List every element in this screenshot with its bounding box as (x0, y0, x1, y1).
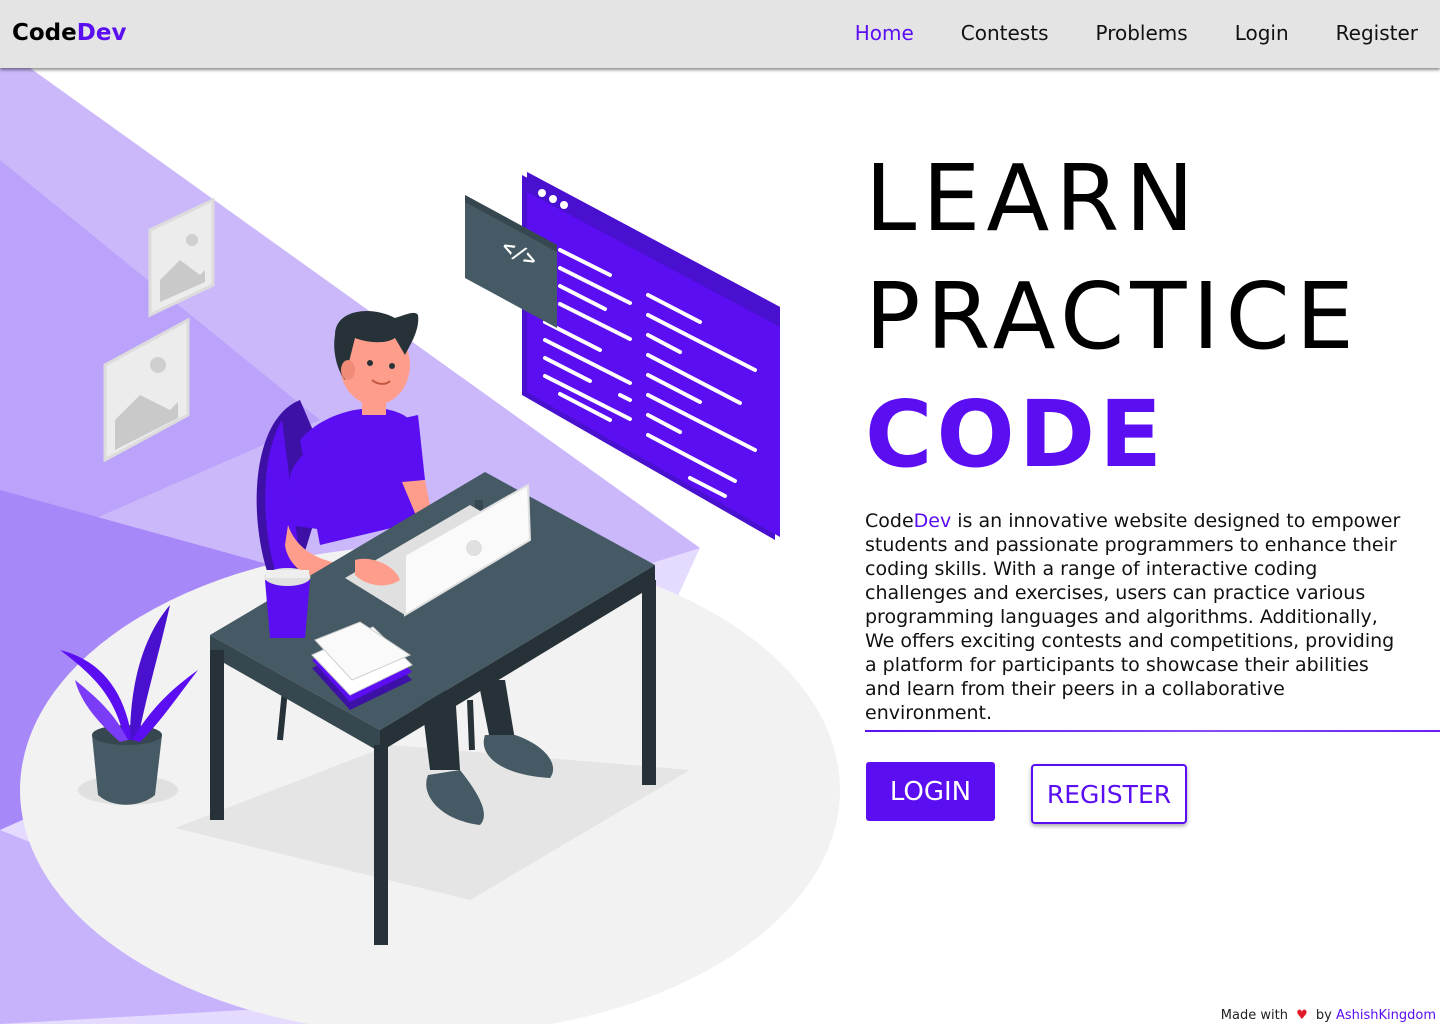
heart-icon: ♥ (1296, 1008, 1308, 1023)
brand-prefix: Code (12, 20, 77, 46)
footer-author-link[interactable]: AshishKingdom (1336, 1008, 1436, 1023)
hero-line-learn: LEARN (865, 145, 1201, 252)
footer-by: by (1315, 1008, 1332, 1023)
nav-link-problems[interactable]: Problems (1096, 21, 1188, 45)
hero-line-practice: PRACTICE (865, 263, 1360, 370)
footer-made-with: Made with (1220, 1008, 1288, 1023)
nav-link-contests[interactable]: Contests (961, 21, 1049, 45)
description-text: is an innovative website designed to emp… (865, 510, 1401, 724)
nav-link-login[interactable]: Login (1235, 21, 1289, 45)
hero-line-code: CODE (865, 381, 1166, 488)
coffee-cup (264, 568, 311, 638)
nav-link-home[interactable]: Home (855, 21, 914, 45)
brand-logo[interactable]: CodeDev (12, 20, 126, 46)
description-brand-prefix: Code (865, 510, 914, 532)
hero-heading: LEARN PRACTICE CODE (865, 140, 1360, 494)
description: CodeDev is an innovative website designe… (865, 509, 1410, 725)
description-brand-accent: Dev (913, 510, 952, 532)
navbar: CodeDev Home Contests Problems Login Reg… (0, 0, 1440, 68)
nav-link-register[interactable]: Register (1336, 21, 1418, 45)
divider (865, 730, 1440, 732)
login-button[interactable]: LOGIN (866, 762, 995, 821)
register-button[interactable]: REGISTER (1031, 764, 1187, 824)
hero-illustration: </> (0, 68, 840, 1024)
footer: Made with ♥ by AshishKingdom (1221, 1008, 1436, 1023)
brand-accent: Dev (76, 20, 127, 46)
nav-links: Home Contests Problems Login Register (808, 21, 1418, 45)
